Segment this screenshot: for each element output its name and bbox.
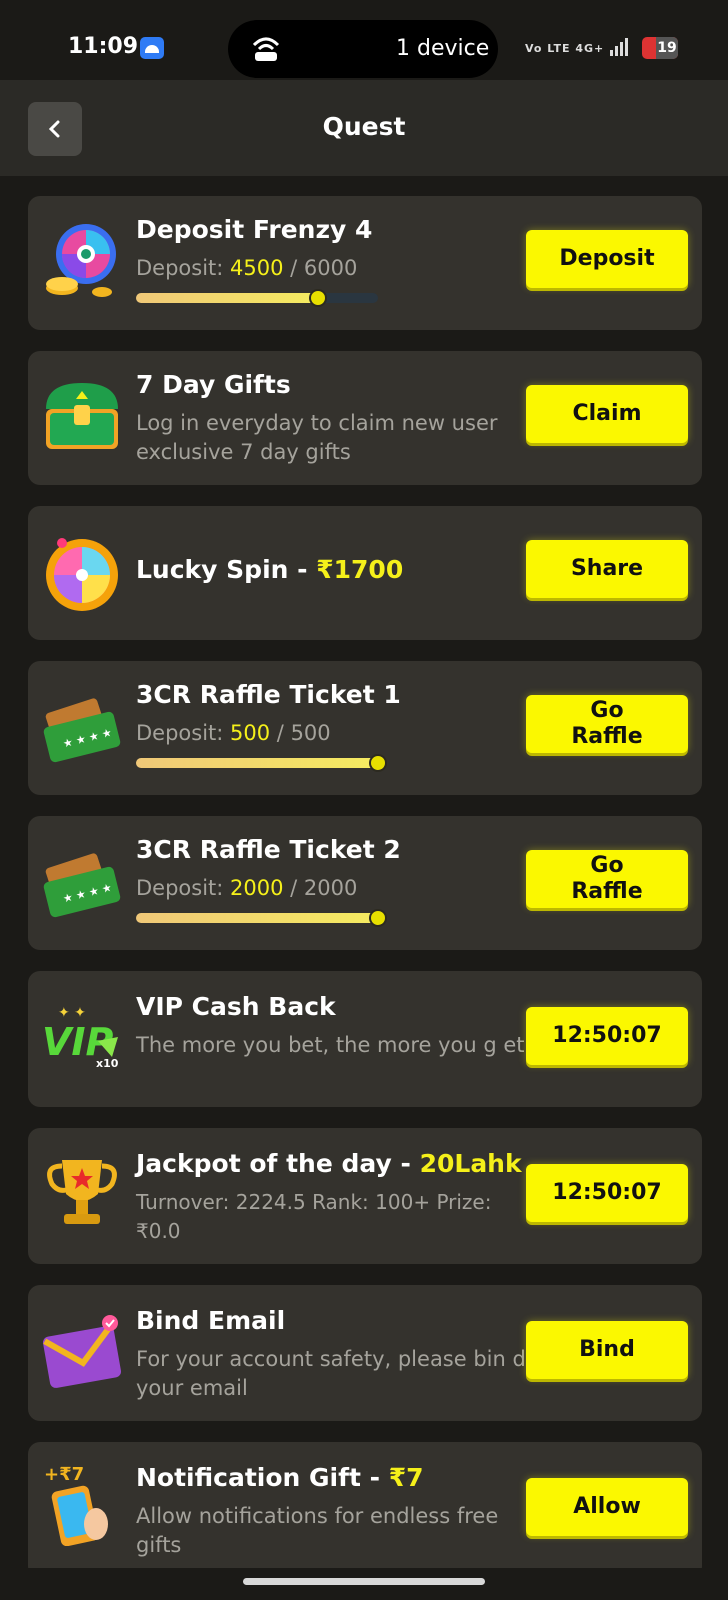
quest-title: Deposit Frenzy 4 (136, 215, 373, 244)
deposit-target: 500 (290, 721, 331, 745)
progress-bar (136, 754, 387, 772)
quest-title: Lucky Spin - ₹1700 (136, 554, 540, 586)
go-raffle-button[interactable]: Go Raffle (526, 695, 688, 753)
clock: 11:09 (68, 34, 139, 59)
deposit-separator: / (270, 721, 291, 745)
quest-desc: For your account safety, please bin d yo… (136, 1347, 526, 1400)
quest-card-raffle-ticket-1: ★ ★ ★ ★ 3CR Raffle Ticket 1 Deposit: 500… (28, 661, 702, 795)
raffle-ticket-icon: ★ ★ ★ ★ (43, 853, 121, 918)
quest-title: 3CR Raffle Ticket 1 (136, 680, 401, 709)
quest-card-bind-email: Bind Email For your account safety, plea… (28, 1285, 702, 1421)
progress-fill (136, 758, 378, 768)
android-app-icon (140, 37, 164, 59)
deposit-target: 2000 (303, 876, 358, 900)
deposit-current: 4500 (230, 256, 284, 280)
quest-card-jackpot: Jackpot of the day - 20Lahk Turnover: 22… (28, 1128, 702, 1264)
progress-knob (369, 909, 387, 927)
network-icons: Vo LTE 4G+ (525, 38, 630, 56)
quest-card-lucky-spin: Lucky Spin - ₹1700 Share (28, 506, 702, 640)
deposit-target: 6000 (303, 256, 358, 280)
svg-text:✦ ✦: ✦ ✦ (58, 1005, 86, 1021)
quest-title-text: Lucky Spin - (136, 555, 317, 584)
status-bar: 11:09 1 device Vo LTE 4G+ 19 (0, 0, 728, 80)
progress-fill (136, 913, 378, 923)
trophy-icon (47, 1160, 117, 1224)
bind-button[interactable]: Bind (526, 1321, 688, 1379)
progress-knob (369, 754, 387, 772)
allow-button[interactable]: Allow (526, 1478, 688, 1536)
go-raffle-button[interactable]: Go Raffle (526, 850, 688, 908)
claim-button[interactable]: Claim (526, 385, 688, 443)
page-header: Quest (0, 80, 728, 176)
treasure-chest-icon (46, 383, 118, 449)
battery-level: 19 (656, 37, 678, 59)
hotspot-device-count: 1 device (396, 36, 490, 61)
jackpot-countdown-button[interactable]: 12:50:07 (526, 1164, 688, 1222)
deposit-current: 2000 (230, 876, 284, 900)
quest-title-text: Notification Gift - (136, 1463, 389, 1492)
lucky-wheel-icon (46, 538, 118, 611)
quest-title: VIP Cash Back (136, 992, 336, 1021)
quest-desc: Log in everyday to claim new user exclus… (136, 411, 498, 464)
quest-title: Notification Gift - ₹7 (136, 1462, 540, 1494)
quest-title: Jackpot of the day - 20Lahk (136, 1148, 540, 1180)
progress-bar (136, 909, 387, 927)
vip-badge-icon: VIP x10 ✦ ✦ (42, 1005, 119, 1070)
quest-card-notification-gift: +₹7 Notification Gift - ₹7 Allow notific… (28, 1442, 702, 1568)
share-button[interactable]: Share (526, 540, 688, 598)
quest-title-amount: 20Lahk (419, 1149, 522, 1178)
hotspot-icon (252, 37, 280, 61)
battery-icon: 19 (642, 37, 678, 59)
quest-card-deposit-frenzy: Deposit Frenzy 4 Deposit: 4500 / 6000 De… (28, 196, 702, 330)
quest-desc: Allow notifications for endless free gif… (136, 1504, 499, 1557)
deposit-separator: / (283, 876, 304, 900)
quest-card-vip-cash-back: VIP x10 ✦ ✦ VIP Cash Back The more you b… (28, 971, 702, 1107)
quest-title-amount: ₹1700 (316, 555, 404, 584)
gesture-nav (0, 1568, 728, 1600)
svg-text:+₹7: +₹7 (44, 1464, 84, 1485)
deposit-button[interactable]: Deposit (526, 230, 688, 288)
quest-desc: Turnover: 2224.5 Rank: 100+ Prize: ₹0.0 (136, 1190, 492, 1243)
progress-bar (136, 289, 378, 307)
home-indicator-bar[interactable] (243, 1578, 485, 1585)
quest-title: 3CR Raffle Ticket 2 (136, 835, 401, 864)
volte-label: Vo LTE 4G+ (525, 42, 605, 55)
quest-title: 7 Day Gifts (136, 370, 291, 399)
quest-desc: The more you bet, the more you g et (136, 1033, 525, 1057)
quest-desc: Deposit: 4500 / 6000 (136, 254, 540, 283)
quest-card-raffle-ticket-2: ★ ★ ★ ★ 3CR Raffle Ticket 2 Deposit: 200… (28, 816, 702, 950)
svg-text:x10: x10 (96, 1057, 119, 1070)
quest-desc: Deposit: 500 / 500 (136, 719, 540, 748)
deposit-current: 500 (230, 721, 271, 745)
quest-card-7-day-gifts: 7 Day Gifts Log in everyday to claim new… (28, 351, 702, 485)
deposit-label: Deposit: (136, 721, 231, 745)
quest-desc: Deposit: 2000 / 2000 (136, 874, 540, 903)
phone-notification-icon: +₹7 (44, 1464, 108, 1546)
quest-list[interactable]: Deposit Frenzy 4 Deposit: 4500 / 6000 De… (28, 196, 702, 1568)
page-title: Quest (322, 112, 406, 141)
signal-icon (609, 38, 630, 56)
raffle-ticket-icon: ★ ★ ★ ★ (43, 698, 121, 763)
quest-title-amount: ₹7 (388, 1463, 424, 1492)
quest-title-text: Jackpot of the day - (136, 1149, 420, 1178)
progress-knob (308, 289, 327, 307)
envelope-icon (42, 1315, 122, 1388)
prize-wheel-coins-icon (46, 224, 116, 297)
progress-fill (136, 293, 318, 303)
deposit-label: Deposit: (136, 256, 231, 280)
vip-countdown-button[interactable]: 12:50:07 (526, 1007, 688, 1065)
deposit-separator: / (283, 256, 304, 280)
quest-title: Bind Email (136, 1306, 286, 1335)
deposit-label: Deposit: (136, 876, 231, 900)
hotspot-pill[interactable]: 1 device (228, 20, 498, 78)
